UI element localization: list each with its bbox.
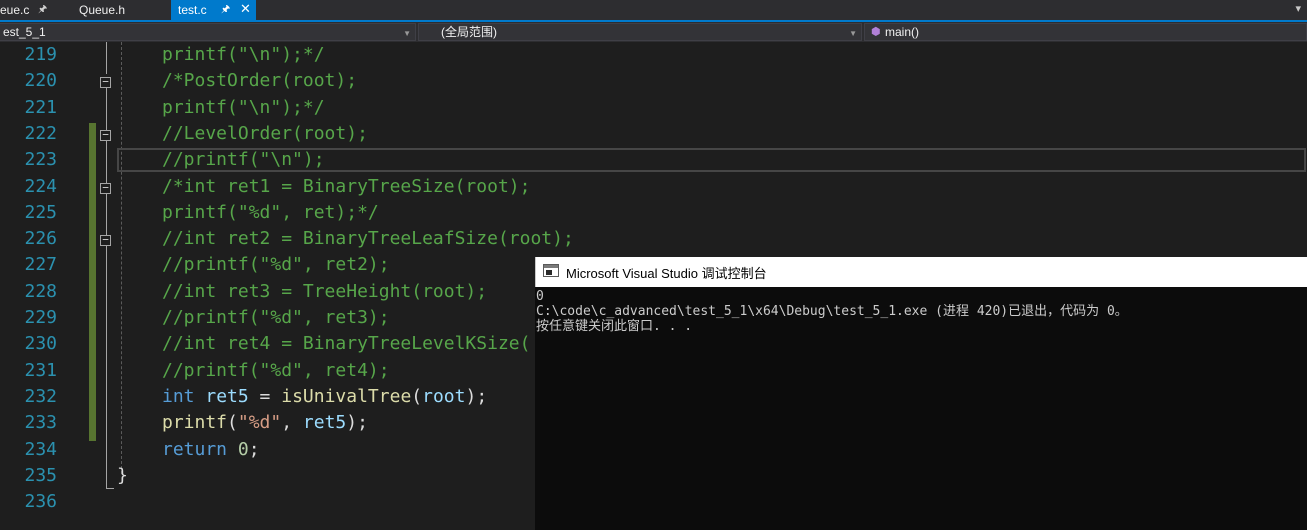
code-line: //int ret3 = TreeHeight(root); (162, 280, 488, 302)
line-number: 225 (24, 201, 57, 223)
code-line: printf("%d", ret5); (162, 410, 368, 436)
console-title: Microsoft Visual Studio 调试控制台 (566, 266, 767, 281)
line-number: 224 (24, 175, 57, 197)
scope-dropdown-value: (全局范围) (441, 25, 497, 39)
document-tab-strip: eue.c 🖈 Queue.h test.c 🖈 ✕ ▾ (0, 0, 1307, 20)
line-number: 232 (24, 385, 57, 407)
line-number: 229 (24, 307, 57, 328)
tab-label: test.c (178, 3, 207, 17)
tab-queue-h[interactable]: Queue.h (72, 0, 152, 20)
operator: = (248, 385, 282, 407)
function-dropdown[interactable]: ⬢ main() (864, 23, 1307, 41)
punctuation: ); (346, 412, 368, 434)
console-title-bar[interactable]: Microsoft Visual Studio 调试控制台 (535, 257, 1307, 287)
code-line: /*PostOrder(root); (162, 70, 358, 92)
keyword: int (162, 385, 195, 407)
collapse-icon[interactable]: − (100, 182, 111, 194)
code-line: printf("%d", ret);*/ (162, 201, 379, 223)
function-name: printf (162, 412, 228, 434)
tab-label: eue.c (0, 3, 30, 17)
indent-guide (121, 42, 122, 474)
punctuation: ( (411, 385, 423, 407)
punctuation: , (281, 412, 303, 434)
line-number: 235 (24, 464, 57, 486)
line-number: 227 (24, 254, 57, 276)
line-number: 233 (24, 412, 57, 434)
outline-line (106, 42, 107, 74)
line-number: 231 (24, 359, 57, 381)
line-number: 220 (24, 70, 57, 92)
line-number: 230 (24, 333, 57, 355)
closing-brace: } (117, 464, 128, 486)
code-line: int ret5 = isUnivalTree(root); (162, 384, 487, 410)
punctuation: ; (248, 438, 260, 460)
code-line: //printf("%d", ret3); (162, 307, 390, 328)
number-literal: 0 (237, 438, 249, 460)
punctuation: ); (465, 385, 488, 407)
tab-test-c[interactable]: test.c 🖈 ✕ (171, 0, 256, 20)
scope-dropdown[interactable]: (全局范围) ▼ (418, 23, 862, 41)
variable: ret5 (302, 412, 347, 434)
outline-end (106, 488, 114, 489)
project-dropdown[interactable]: est_5_1 ▼ (0, 23, 416, 41)
function-name: isUnivalTree (281, 385, 412, 407)
line-number: 221 (24, 96, 57, 118)
line-number: 236 (24, 491, 57, 513)
pin-icon[interactable]: 🖈 (38, 1, 47, 19)
code-line: //int ret4 = BinaryTreeLevelKSize( (162, 333, 531, 355)
line-number: 219 (24, 44, 57, 65)
line-number: 222 (24, 122, 57, 144)
keyword: return (162, 438, 228, 460)
console-line: C:\code\c_advanced\test_5_1\x64\Debug\te… (536, 304, 1128, 319)
console-app-icon (543, 264, 559, 277)
string-literal: "%d" (237, 412, 282, 434)
code-line: //printf("\n"); (162, 149, 325, 171)
code-line: printf("\n");*/ (162, 44, 325, 65)
console-line: 0 (536, 289, 544, 304)
line-number: 228 (24, 280, 57, 302)
punctuation: ( (227, 412, 238, 434)
collapse-icon[interactable]: − (100, 129, 111, 141)
pin-icon[interactable]: 🖈 (221, 1, 230, 19)
code-line: return 0; (162, 437, 260, 463)
close-icon[interactable]: ✕ (240, 0, 251, 18)
function-dropdown-value: main() (885, 25, 920, 39)
line-number: 234 (24, 438, 57, 460)
tab-queue-c[interactable]: eue.c 🖈 (0, 0, 62, 20)
navigation-bar: est_5_1 ▼ (全局范围) ▼ ⬢ main() (0, 22, 1307, 42)
code-line: //printf("%d", ret4); (162, 359, 390, 381)
code-line: //int ret2 = BinaryTreeLeafSize(root); (162, 228, 574, 250)
collapse-icon[interactable]: − (100, 234, 111, 246)
debug-console-window[interactable]: Microsoft Visual Studio 调试控制台 0 C:\code\… (535, 257, 1307, 530)
variable: ret5 (205, 385, 249, 407)
line-number: 223 (24, 149, 57, 171)
chevron-down-icon[interactable]: ▾ (1295, 2, 1301, 15)
line-number: 226 (24, 228, 57, 250)
chevron-down-icon: ▼ (849, 29, 857, 38)
change-tracking-bar (89, 123, 96, 441)
console-output[interactable]: 0 C:\code\c_advanced\test_5_1\x64\Debug\… (535, 287, 1307, 530)
code-line: printf("\n");*/ (162, 96, 325, 118)
code-line: //LevelOrder(root); (162, 122, 368, 144)
console-line: 按任意键关闭此窗口. . . (536, 319, 693, 334)
project-dropdown-value: est_5_1 (3, 25, 46, 39)
chevron-down-icon: ▼ (403, 29, 411, 38)
code-line: //printf("%d", ret2); (162, 254, 390, 276)
code-line: /*int ret1 = BinaryTreeSize(root); (162, 175, 531, 197)
variable: root (422, 385, 466, 407)
outline-line (106, 88, 107, 488)
tab-label: Queue.h (79, 3, 126, 17)
method-icon: ⬢ (871, 26, 881, 38)
collapse-icon[interactable]: − (100, 76, 111, 88)
